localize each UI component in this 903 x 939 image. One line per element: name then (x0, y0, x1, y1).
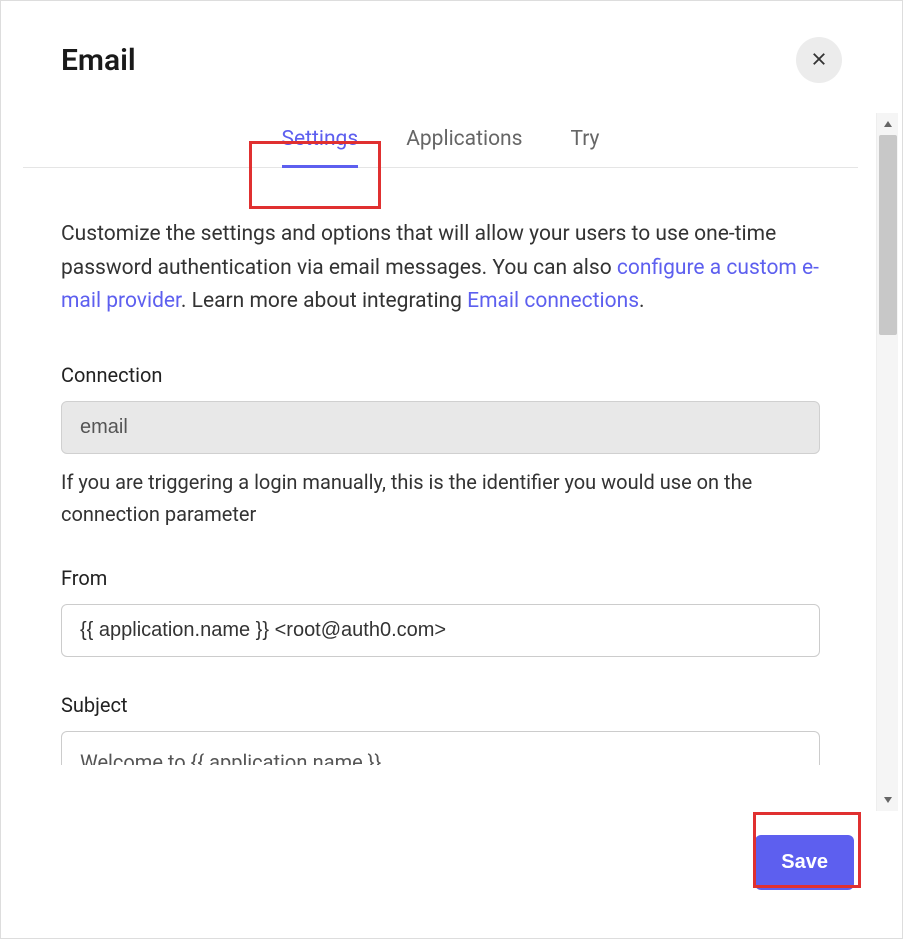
connection-label: Connection (61, 363, 820, 387)
email-settings-dialog: Email Settings Applications Try Customiz… (1, 1, 902, 938)
connection-help: If you are triggering a login manually, … (61, 466, 820, 530)
tab-try[interactable]: Try (571, 113, 600, 167)
connection-input (61, 401, 820, 454)
scrollbar[interactable] (876, 113, 898, 811)
scroll-up-arrow-icon[interactable] (877, 113, 898, 135)
from-input[interactable] (61, 604, 820, 657)
close-icon (810, 50, 828, 71)
save-button[interactable]: Save (755, 835, 854, 890)
tab-applications[interactable]: Applications (406, 113, 522, 167)
dialog-header: Email (5, 5, 898, 113)
connection-group: Connection If you are triggering a login… (61, 363, 820, 530)
from-group: From (61, 566, 820, 657)
content-area: Settings Applications Try Customize the … (5, 113, 876, 811)
dialog-title: Email (61, 43, 136, 78)
subject-input[interactable]: Welcome to {{ application.name }} (61, 731, 820, 765)
subject-label: Subject (61, 693, 820, 717)
tab-settings[interactable]: Settings (282, 113, 359, 167)
dialog-footer: Save (5, 811, 898, 934)
subject-group: Subject Welcome to {{ application.name }… (61, 693, 820, 765)
intro-part3: . (639, 289, 645, 313)
intro-part2: . Learn more about integrating (181, 289, 467, 313)
from-label: From (61, 566, 820, 590)
intro-text: Customize the settings and options that … (61, 218, 820, 319)
scroll-content: Customize the settings and options that … (5, 168, 876, 811)
scroll-down-arrow-icon[interactable] (877, 789, 898, 811)
tabs: Settings Applications Try (23, 113, 858, 168)
scroll-thumb[interactable] (879, 135, 897, 335)
close-button[interactable] (796, 37, 842, 83)
link-email-connections[interactable]: Email connections (467, 289, 639, 313)
